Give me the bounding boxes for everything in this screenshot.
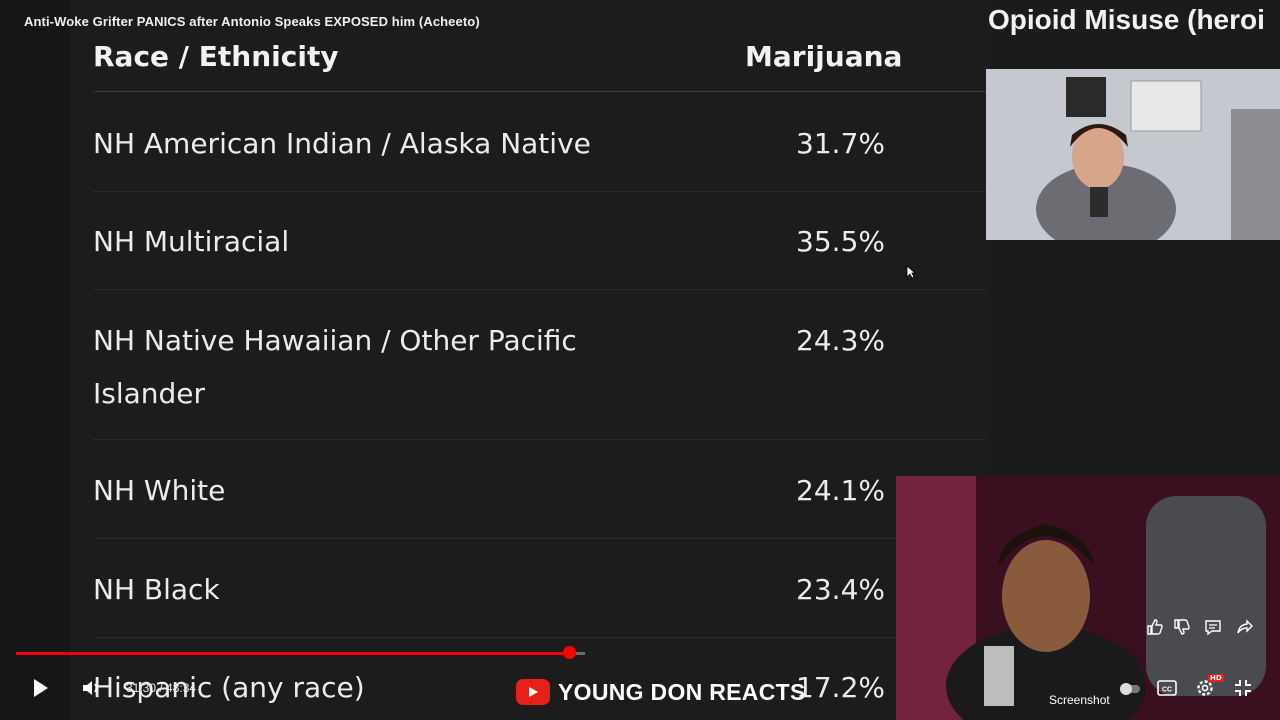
- channel-branding: YOUNG DON REACTS: [516, 677, 806, 707]
- thumbs-down-icon: [1174, 619, 1190, 635]
- row-divider: [93, 538, 986, 539]
- table-row-value: 24.3%: [796, 324, 885, 357]
- channel-name: YOUNG DON REACTS: [558, 678, 806, 705]
- table-row-label: NH White: [93, 474, 226, 507]
- share-button[interactable]: [1233, 615, 1257, 639]
- progress-fill: [16, 652, 570, 655]
- table-row-value: 24.1%: [796, 474, 885, 507]
- row-divider: [93, 289, 986, 290]
- table-header-marijuana: Marijuana: [745, 40, 903, 73]
- thumbs-up-icon: [1147, 619, 1163, 635]
- table-row-label: NH Multiracial: [93, 225, 290, 258]
- captions-button[interactable]: CC: [1157, 679, 1177, 697]
- play-button[interactable]: [28, 676, 52, 700]
- volume-icon: [83, 681, 98, 695]
- mouse-cursor: [906, 264, 917, 279]
- screenshot-label: Screenshot: [1049, 693, 1110, 707]
- autoplay-toggle-icon: [1120, 683, 1140, 695]
- table-row-label: NH Black: [93, 573, 220, 606]
- hd-badge: HD: [1208, 674, 1224, 682]
- youtube-logo-icon: [516, 679, 550, 705]
- volume-button[interactable]: [80, 677, 102, 699]
- table-header-race: Race / Ethnicity: [93, 40, 339, 73]
- table-row-label: NH American Indian / Alaska Native: [93, 127, 591, 160]
- svg-text:CC: CC: [1162, 687, 1172, 694]
- play-icon: [34, 679, 48, 697]
- table-row-value: 23.4%: [796, 573, 885, 606]
- comment-button[interactable]: [1201, 615, 1225, 639]
- header-divider: [93, 91, 986, 92]
- video-title: Anti-Woke Grifter PANICS after Antonio S…: [24, 14, 480, 29]
- like-button[interactable]: [1143, 615, 1167, 639]
- share-icon: [1237, 619, 1253, 634]
- row-divider: [93, 439, 986, 440]
- side-panel-title: Opioid Misuse (heroi: [988, 4, 1265, 35]
- comment-icon: [1205, 620, 1221, 636]
- row-divider: [93, 637, 986, 638]
- captions-icon: CC: [1157, 680, 1177, 696]
- webcam-overlay-top: [986, 69, 1280, 240]
- progress-scrubber[interactable]: [563, 646, 577, 659]
- autoplay-toggle[interactable]: [1119, 681, 1141, 695]
- table-row-label: NH Native Hawaiian / Other Pacific Islan…: [93, 324, 577, 410]
- table-row-value: 35.5%: [796, 225, 885, 258]
- left-margin: [0, 0, 70, 720]
- time-display: 31:30 / 48:34: [126, 681, 197, 695]
- mouse-cursor-icon: [906, 265, 917, 279]
- exit-fullscreen-icon: [1235, 680, 1251, 696]
- streamer-webcam-image: [986, 69, 1280, 240]
- dislike-button[interactable]: [1170, 615, 1194, 639]
- play-triangle-icon: [529, 687, 538, 697]
- table-row-value: 31.7%: [796, 127, 885, 160]
- row-divider: [93, 191, 986, 192]
- webcam-overlay-bottom: [896, 476, 1280, 720]
- exit-fullscreen-button[interactable]: [1233, 678, 1253, 698]
- reactor-webcam-image: [896, 476, 1280, 720]
